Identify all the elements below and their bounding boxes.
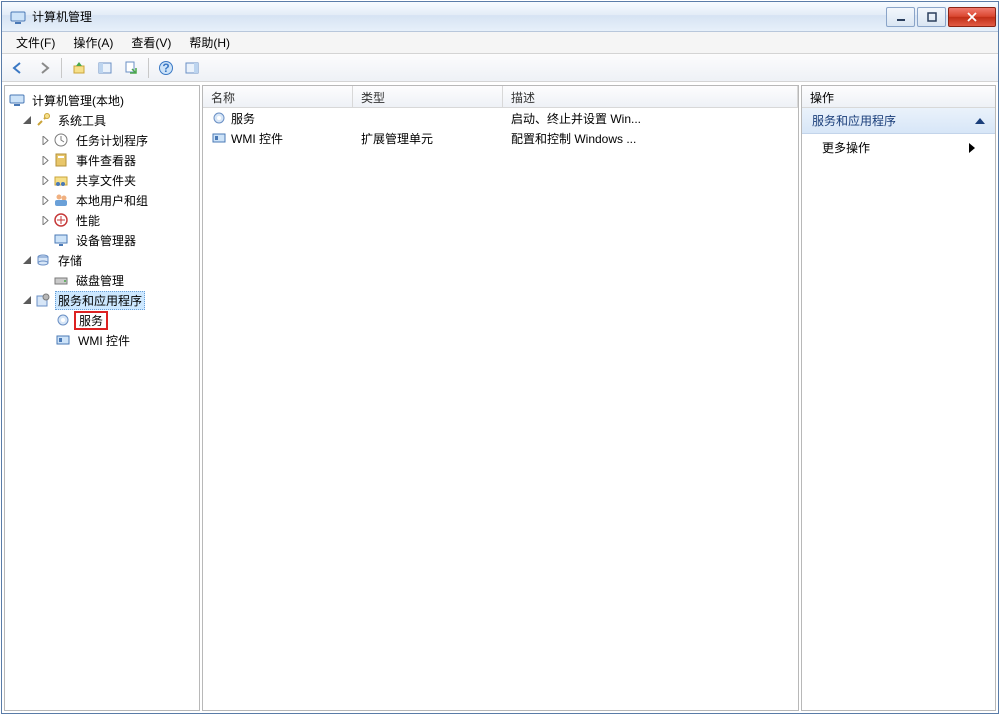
window-buttons	[886, 7, 996, 27]
expand-icon[interactable]	[39, 134, 51, 146]
navigation-tree-pane: 计算机管理(本地) 系统工具 任务计划程序 事件查看器	[4, 85, 200, 711]
actions-group-label: 服务和应用程序	[812, 112, 896, 129]
cell-name: WMI 控件	[231, 132, 283, 146]
maximize-button[interactable]	[917, 7, 946, 27]
column-header-description[interactable]: 描述	[503, 86, 798, 107]
list-item[interactable]: WMI 控件 扩展管理单元 配置和控制 Windows ...	[203, 128, 798, 148]
navigation-tree[interactable]: 计算机管理(本地) 系统工具 任务计划程序 事件查看器	[5, 86, 199, 710]
collapse-icon[interactable]	[21, 114, 33, 126]
show-hide-action-pane-button[interactable]	[180, 56, 204, 80]
forward-button[interactable]	[32, 56, 56, 80]
disk-icon	[53, 272, 69, 288]
tree-label: 共享文件夹	[73, 171, 139, 190]
list-header: 名称 类型 描述	[203, 86, 798, 108]
users-icon	[53, 192, 69, 208]
tree-node-shared-folders[interactable]: 共享文件夹	[7, 170, 197, 190]
window-title: 计算机管理	[32, 8, 886, 25]
tree-label: 性能	[73, 211, 103, 230]
tree-label: WMI 控件	[75, 331, 133, 350]
app-icon	[10, 9, 26, 25]
device-icon	[53, 232, 69, 248]
cell-type: 扩展管理单元	[353, 130, 503, 147]
minimize-button[interactable]	[886, 7, 915, 27]
actions-more-item[interactable]: 更多操作	[802, 134, 995, 161]
gear-icon	[55, 312, 71, 328]
toolbar-separator	[148, 58, 149, 78]
tree-node-wmi-control[interactable]: WMI 控件	[7, 330, 197, 350]
shared-folder-icon	[53, 172, 69, 188]
tools-icon	[35, 112, 51, 128]
actions-pane: 操作 服务和应用程序 更多操作	[801, 85, 996, 711]
expand-icon[interactable]	[39, 154, 51, 166]
tree-label: 事件查看器	[73, 151, 139, 170]
help-button[interactable]: ?	[154, 56, 178, 80]
menubar: 文件(F) 操作(A) 查看(V) 帮助(H)	[2, 32, 998, 54]
actions-group-title[interactable]: 服务和应用程序	[802, 108, 995, 134]
actions-item-label: 更多操作	[822, 139, 870, 156]
tree-node-disk-management[interactable]: 磁盘管理	[7, 270, 197, 290]
list-item[interactable]: 服务 启动、终止并设置 Win...	[203, 108, 798, 128]
toolbar: ?	[2, 54, 998, 82]
expand-icon[interactable]	[39, 214, 51, 226]
gear-icon	[211, 110, 227, 126]
menu-help[interactable]: 帮助(H)	[181, 32, 238, 53]
tree-node-event-viewer[interactable]: 事件查看器	[7, 150, 197, 170]
tree-node-local-users-groups[interactable]: 本地用户和组	[7, 190, 197, 210]
menu-action[interactable]: 操作(A)	[65, 32, 121, 53]
tree-label: 本地用户和组	[73, 191, 151, 210]
tree-label: 任务计划程序	[73, 131, 151, 150]
tree-node-storage[interactable]: 存储	[7, 250, 197, 270]
collapse-icon[interactable]	[21, 254, 33, 266]
menu-view[interactable]: 查看(V)	[123, 32, 179, 53]
column-header-type[interactable]: 类型	[353, 86, 503, 107]
clock-icon	[53, 132, 69, 148]
tree-node-device-manager[interactable]: 设备管理器	[7, 230, 197, 250]
tree-label: 服务和应用程序	[55, 291, 145, 310]
tree-node-system-tools[interactable]: 系统工具	[7, 110, 197, 130]
storage-icon	[35, 252, 51, 268]
back-button[interactable]	[6, 56, 30, 80]
collapse-icon[interactable]	[21, 294, 33, 306]
collapse-icon	[975, 118, 985, 124]
computer-icon	[9, 92, 25, 108]
list-body[interactable]: 服务 启动、终止并设置 Win... WMI 控件 扩展管理单元 配置和控制 W…	[203, 108, 798, 710]
spacer	[39, 274, 51, 286]
expand-icon[interactable]	[39, 174, 51, 186]
tree-label: 磁盘管理	[73, 271, 127, 290]
up-button[interactable]	[67, 56, 91, 80]
tree-node-services-apps[interactable]: 服务和应用程序	[7, 290, 197, 310]
close-button[interactable]	[948, 7, 996, 27]
book-icon	[53, 152, 69, 168]
cell-description: 配置和控制 Windows ...	[503, 130, 798, 147]
toolbar-separator	[61, 58, 62, 78]
tree-label: 系统工具	[55, 111, 109, 130]
svg-text:?: ?	[162, 61, 169, 75]
spacer	[39, 234, 51, 246]
tree-label: 服务	[75, 312, 107, 329]
tree-node-services[interactable]: 服务	[7, 310, 197, 330]
main-area: 计算机管理(本地) 系统工具 任务计划程序 事件查看器	[2, 82, 998, 713]
cell-name: 服务	[231, 112, 255, 126]
cell-description: 启动、终止并设置 Win...	[503, 110, 798, 127]
tree-label: 存储	[55, 251, 85, 270]
titlebar[interactable]: 计算机管理	[2, 2, 998, 32]
details-pane: 名称 类型 描述 服务 启动、终止并设置 Win... WMI 控件 扩展管理单…	[202, 85, 799, 711]
menu-file[interactable]: 文件(F)	[8, 32, 63, 53]
services-apps-icon	[35, 292, 51, 308]
wmi-icon	[55, 332, 71, 348]
computer-management-window: 计算机管理 文件(F) 操作(A) 查看(V) 帮助(H) ?	[1, 1, 999, 714]
submenu-arrow-icon	[969, 143, 975, 153]
actions-header: 操作	[802, 86, 995, 108]
tree-node-task-scheduler[interactable]: 任务计划程序	[7, 130, 197, 150]
wmi-icon	[211, 130, 227, 146]
tree-label: 计算机管理(本地)	[29, 91, 127, 110]
show-hide-tree-button[interactable]	[93, 56, 117, 80]
tree-node-performance[interactable]: 性能	[7, 210, 197, 230]
performance-icon	[53, 212, 69, 228]
column-header-name[interactable]: 名称	[203, 86, 353, 107]
export-button[interactable]	[119, 56, 143, 80]
tree-node-root[interactable]: 计算机管理(本地)	[7, 90, 197, 110]
expand-icon[interactable]	[39, 194, 51, 206]
tree-label: 设备管理器	[73, 231, 139, 250]
